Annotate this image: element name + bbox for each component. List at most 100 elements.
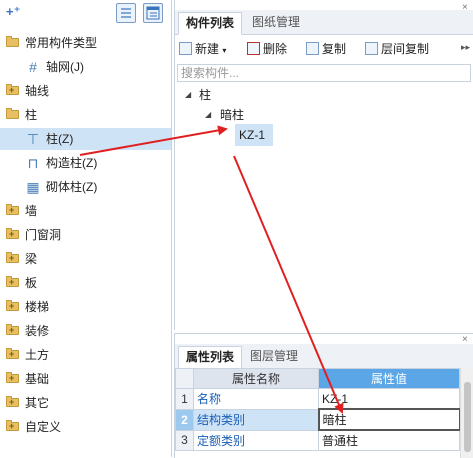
tree-item-earthwork[interactable]: + 土方 — [0, 344, 171, 366]
folder-icon: + — [6, 84, 19, 95]
property-name: 定额类别 — [193, 429, 319, 451]
table-icon — [146, 6, 160, 20]
tree-node-label: 暗柱 — [220, 108, 245, 122]
table-row[interactable]: 3 定额类别 普通柱 — [175, 429, 460, 451]
grid-icon: # — [29, 59, 37, 75]
tree-item-label: 轴线 — [25, 84, 50, 98]
tree-item-wall[interactable]: + 墙 — [0, 200, 171, 222]
tree-item-label: 柱 — [25, 108, 38, 122]
close-icon[interactable]: × — [462, 2, 468, 13]
tree-item-label: 梁 — [25, 252, 38, 266]
tree-node-kz1[interactable]: KZ-1 — [235, 124, 273, 146]
table-row[interactable]: 2 结构类别 暗柱 — [175, 408, 461, 431]
tree-item-column-z[interactable]: ⊤ 柱(Z) — [0, 128, 171, 150]
folder-icon: + — [6, 228, 19, 239]
header-property-value: 属性值 — [318, 368, 460, 389]
delete-icon — [247, 42, 260, 55]
tree-item-label: 轴网(J) — [46, 60, 84, 74]
tree-item-label: 装修 — [25, 324, 50, 338]
tree-item-foundation[interactable]: + 基础 — [0, 368, 171, 390]
component-tabbar: 构件列表 图纸管理 — [175, 10, 473, 35]
tree-item-door-window[interactable]: + 门窗洞 — [0, 224, 171, 246]
new-button[interactable]: 新建 ▾ — [179, 40, 226, 58]
component-toolbar: 新建 ▾ 删除 复制 层间复制 ▸▸ — [175, 36, 473, 62]
property-table: 属性名称 属性值 1 名称 KZ-1 2 结构类别 暗柱 3 定额类别 普通柱 — [175, 368, 461, 451]
more-icon[interactable]: ▸▸ — [461, 42, 470, 53]
folder-icon: + — [6, 420, 19, 431]
tree-node-column[interactable]: ◢ 柱 — [175, 84, 473, 106]
search-input[interactable]: 搜索构件... — [177, 64, 471, 82]
floor-copy-button[interactable]: 层间复制 — [365, 40, 429, 58]
folder-icon — [6, 108, 19, 119]
tree-node-label: 柱 — [199, 88, 212, 102]
row-number: 2 — [175, 408, 194, 431]
folder-icon: + — [6, 348, 19, 359]
expand-arrow-icon[interactable]: ◢ — [185, 84, 191, 106]
component-list-panel: 构件列表 图纸管理 × 新建 ▾ 删除 复制 层间复制 ▸▸ 搜索构件... ◢… — [174, 0, 473, 330]
property-name: 结构类别 — [193, 408, 319, 431]
tree-item-column[interactable]: 柱 — [0, 104, 171, 126]
tree-item-label: 墙 — [25, 204, 38, 218]
tree-item-common-types[interactable]: 常用构件类型 — [0, 32, 171, 54]
table-row[interactable]: 1 名称 KZ-1 — [175, 388, 460, 410]
tree-item-stairs[interactable]: + 楼梯 — [0, 296, 171, 318]
tree-item-label: 土方 — [25, 348, 50, 362]
tree-node-hidden-column[interactable]: ◢ 暗柱 — [175, 104, 473, 126]
tree-node-label: KZ-1 — [239, 128, 266, 142]
folder-icon: + — [6, 204, 19, 215]
expand-plus-icon[interactable]: +⁺ — [6, 4, 20, 20]
tab-component-list[interactable]: 构件列表 — [178, 12, 243, 35]
tree-item-axis-line[interactable]: + 轴线 — [0, 80, 171, 102]
folder-icon: + — [6, 276, 19, 287]
scrollbar-thumb[interactable] — [464, 382, 471, 452]
left-toolbar: +⁺ — [0, 0, 171, 28]
tab-layer-management[interactable]: 图层管理 — [243, 346, 305, 367]
tab-drawing-management[interactable]: 图纸管理 — [245, 12, 307, 33]
property-value-input[interactable]: KZ-1 — [318, 388, 460, 410]
list-view-button[interactable] — [116, 3, 136, 23]
header-property-name: 属性名称 — [193, 368, 319, 389]
floor-copy-icon — [365, 42, 378, 55]
tree-item-axis-grid[interactable]: # 轴网(J) — [0, 56, 171, 78]
tree-item-custom[interactable]: + 自定义 — [0, 416, 171, 438]
property-value-input[interactable]: 暗柱 — [317, 408, 461, 431]
tree-item-label: 自定义 — [25, 420, 62, 434]
tree-item-slab[interactable]: + 板 — [0, 272, 171, 294]
dropdown-arrow-icon[interactable]: ▾ — [222, 46, 226, 55]
tab-property-list[interactable]: 属性列表 — [178, 346, 243, 369]
folder-icon: + — [6, 252, 19, 263]
copy-button[interactable]: 复制 — [306, 40, 346, 58]
tree-item-masonry-column[interactable]: ▦ 砌体柱(Z) — [0, 176, 171, 198]
delete-label: 删除 — [263, 42, 288, 56]
tree-item-label: 构造柱(Z) — [46, 156, 98, 170]
row-number: 1 — [175, 388, 194, 410]
property-value-input[interactable]: 普通柱 — [318, 429, 460, 451]
tree-item-label: 门窗洞 — [25, 228, 62, 242]
copy-label: 复制 — [322, 42, 347, 56]
property-tabbar: 属性列表 图层管理 — [175, 344, 473, 369]
floor-copy-label: 层间复制 — [381, 42, 430, 56]
folder-icon: + — [6, 300, 19, 311]
tree-item-beam[interactable]: + 梁 — [0, 248, 171, 270]
row-number: 3 — [175, 429, 194, 451]
tree-item-other[interactable]: + 其它 — [0, 392, 171, 414]
delete-button[interactable]: 删除 — [247, 40, 287, 58]
tree-item-label: 柱(Z) — [46, 132, 74, 146]
masonry-column-icon: ▦ — [26, 179, 40, 195]
tree-item-label: 常用构件类型 — [25, 36, 98, 50]
tree-item-constructional-column[interactable]: ⊓ 构造柱(Z) — [0, 152, 171, 174]
folder-icon — [6, 36, 19, 47]
header-corner — [175, 368, 194, 389]
new-label: 新建 — [195, 42, 220, 56]
tree-item-decoration[interactable]: + 装修 — [0, 320, 171, 342]
column-icon: ⊤ — [26, 131, 40, 147]
tree-item-label: 基础 — [25, 372, 50, 386]
constructional-column-icon: ⊓ — [27, 155, 39, 171]
list-icon — [121, 8, 131, 18]
tree-item-label: 楼梯 — [25, 300, 50, 314]
detail-view-button[interactable] — [143, 3, 163, 23]
property-name: 名称 — [193, 388, 319, 410]
expand-arrow-icon[interactable]: ◢ — [205, 104, 211, 126]
vertical-scrollbar[interactable] — [460, 368, 473, 458]
property-panel: × 属性列表 图层管理 属性名称 属性值 1 名称 KZ-1 2 结构类别 暗柱… — [174, 333, 473, 458]
